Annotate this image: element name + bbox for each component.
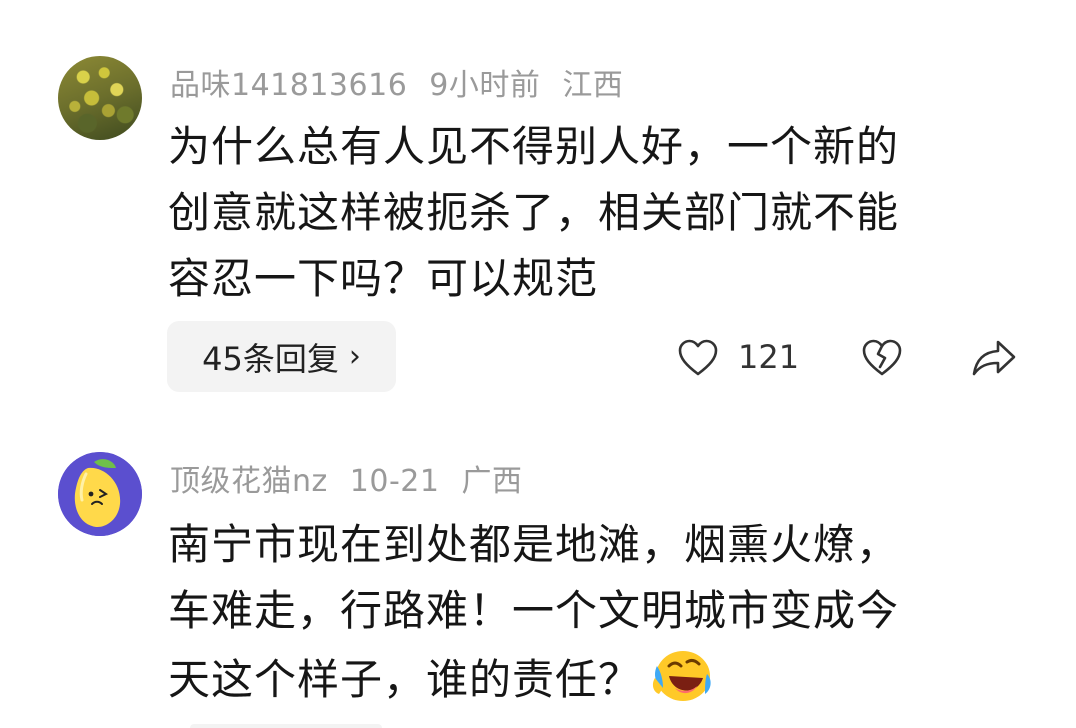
comment-text[interactable]: 为什么总有人见不得别人好，一个新的 创意就这样被扼杀了，相关部门就不能 容忍一下… <box>168 114 1008 312</box>
comment-meta: 顶级花猫nz 10-21 广西 <box>170 456 544 500</box>
timestamp: 10-21 <box>349 464 440 499</box>
comment-line: 车难走，行路难！一个文明城市变成今 <box>168 586 900 635</box>
broken-heart-icon[interactable] <box>860 336 904 380</box>
comment-line: 南宁市现在到处都是地滩，烟熏火燎， <box>168 520 900 569</box>
comment-actions: 121 <box>0 330 1076 386</box>
comment-line: 容忍一下吗？可以规范 <box>168 254 599 303</box>
like-count: 121 <box>738 338 800 376</box>
avatar[interactable] <box>58 56 142 140</box>
comment-line-with-emoji: 天这个样子，谁的责任？ <box>168 644 1008 713</box>
next-reply-pill-edge <box>190 724 382 728</box>
username[interactable]: 品味141813616 <box>170 68 407 103</box>
avatar[interactable] <box>58 452 142 536</box>
comment-meta: 品味141813616 9小时前 江西 <box>170 60 645 104</box>
heart-icon[interactable] <box>676 336 720 380</box>
comment-line: 创意就这样被扼杀了，相关部门就不能 <box>168 188 900 237</box>
share-icon[interactable] <box>970 336 1018 380</box>
laughing-crying-emoji-icon <box>652 651 711 701</box>
comment-text[interactable]: 南宁市现在到处都是地滩，烟熏火燎， 车难走，行路难！一个文明城市变成今 天这个样… <box>168 512 1008 713</box>
username[interactable]: 顶级花猫nz <box>170 464 328 499</box>
lemon-icon <box>58 452 142 536</box>
timestamp: 9小时前 <box>429 68 541 103</box>
location: 广西 <box>461 464 523 499</box>
comment-line: 为什么总有人见不得别人好，一个新的 <box>168 122 900 171</box>
location: 江西 <box>562 68 624 103</box>
comment-line: 天这个样子，谁的责任？ <box>168 655 642 704</box>
